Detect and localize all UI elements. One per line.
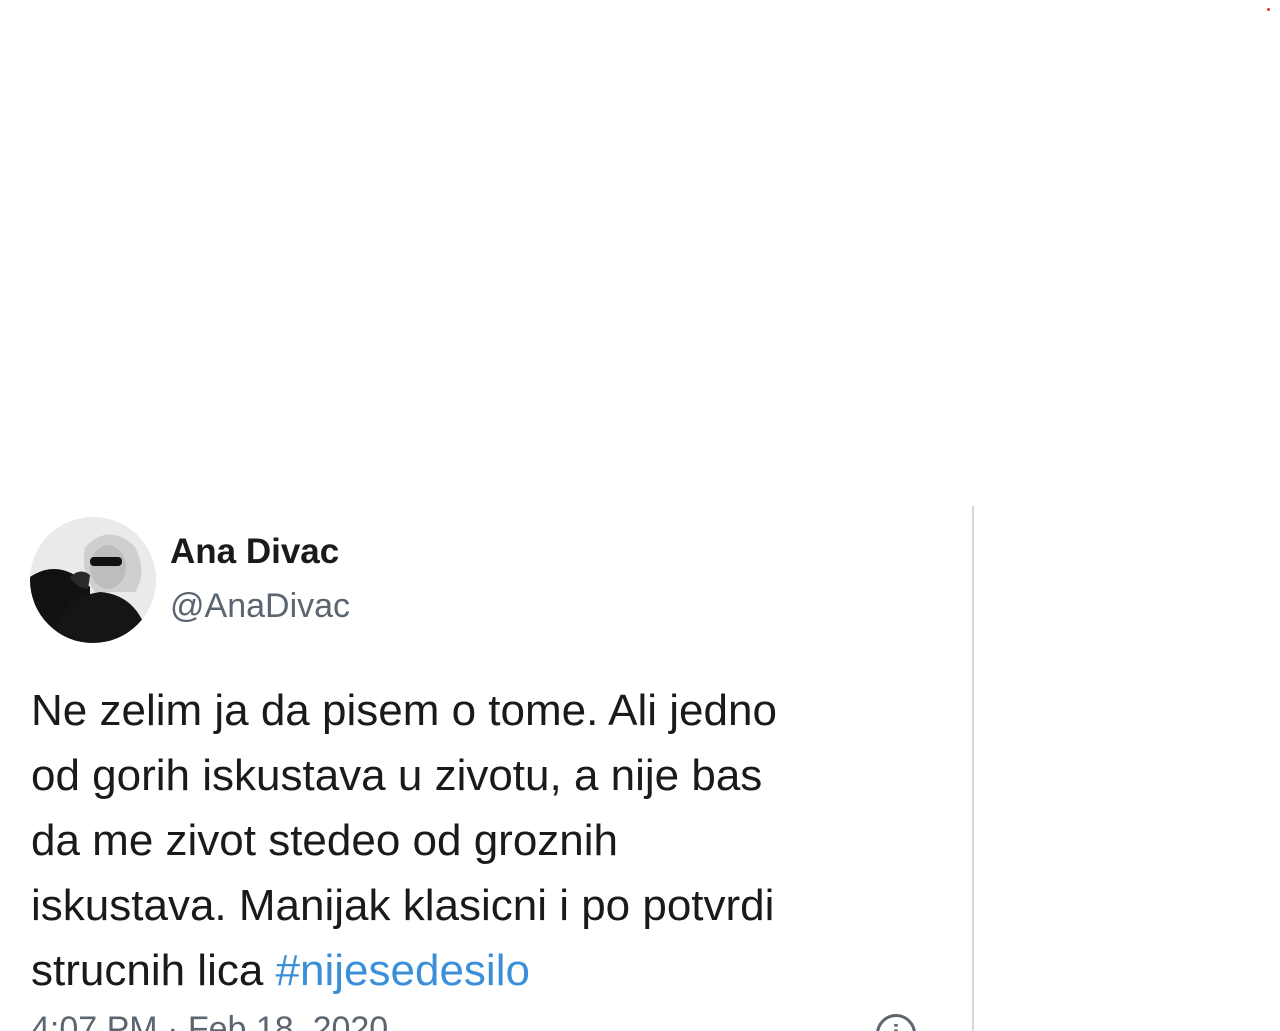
- tweet-text-fragment: strucnih lica: [31, 946, 276, 995]
- tweet-text-line: od gorih iskustava u zivotu, a nije bas: [31, 751, 763, 800]
- tweet-timestamp[interactable]: 4:07 PM · Feb 18, 2020: [31, 1010, 388, 1031]
- hashtag-link[interactable]: #nijesedesilo: [276, 946, 530, 995]
- avatar[interactable]: [30, 517, 156, 643]
- screenshot-page: Ana Divac @AnaDivac Ne zelim ja da pisem…: [0, 0, 1280, 1031]
- tweet-text-line: da me zivot stedeo od groznih: [31, 816, 619, 865]
- tweet-text-line: iskustava. Manijak klasicni i po potvrdi: [31, 881, 775, 930]
- author-handle[interactable]: @AnaDivac: [170, 587, 350, 626]
- author-display-name[interactable]: Ana Divac: [170, 532, 339, 572]
- tweet-text: Ne zelim ja da pisem o tome. Ali jedno o…: [31, 678, 951, 1003]
- tweet-text-line: Ne zelim ja da pisem o tome. Ali jedno: [31, 686, 777, 735]
- tweet-text-line-last: strucnih lica #nijesedesilo: [31, 938, 951, 1003]
- red-dot-marker: [1267, 8, 1270, 11]
- profile-photo-icon: [30, 517, 156, 643]
- vertical-divider: [972, 506, 974, 1031]
- info-icon[interactable]: i: [876, 1014, 916, 1031]
